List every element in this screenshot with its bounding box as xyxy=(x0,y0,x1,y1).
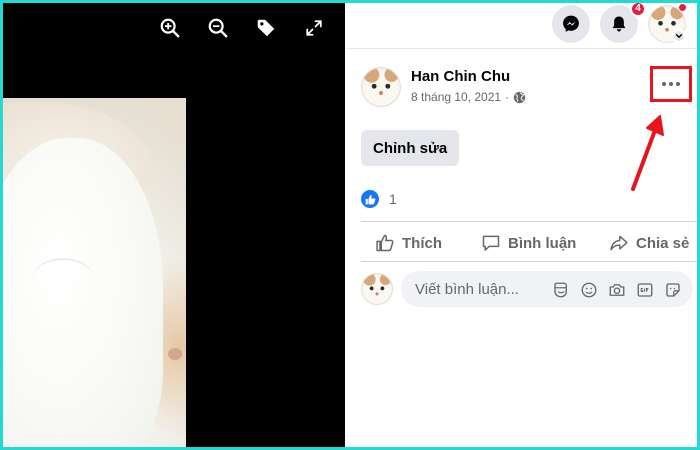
post-date[interactable]: 8 tháng 10, 2021 xyxy=(411,90,501,104)
top-bar: 4 xyxy=(345,3,697,49)
zoom-out-icon xyxy=(208,18,228,38)
avatar-sticker-icon xyxy=(554,282,567,298)
post-header: Han Chin Chu 8 tháng 10, 2021 · xyxy=(361,65,681,109)
like-count: 1 xyxy=(389,191,397,207)
comment-placeholder: Viết bình luận... xyxy=(415,281,519,298)
zoom-in-button[interactable] xyxy=(157,15,183,41)
sticker-button[interactable] xyxy=(663,280,683,300)
meta-separator: · xyxy=(505,90,510,104)
zoom-out-button[interactable] xyxy=(205,15,231,41)
fullscreen-icon xyxy=(306,20,322,36)
edit-button[interactable]: Chỉnh sửa xyxy=(361,130,460,166)
gif-button[interactable] xyxy=(635,280,655,300)
camera-icon xyxy=(609,284,625,296)
share-button[interactable]: Chia sẻ xyxy=(609,233,689,253)
messenger-button[interactable] xyxy=(552,5,590,43)
sticker-icon xyxy=(666,283,680,297)
photo-viewer xyxy=(3,3,345,447)
camera-button[interactable] xyxy=(607,280,627,300)
author-name[interactable]: Han Chin Chu xyxy=(411,68,510,85)
share-label: Chia sẻ xyxy=(636,234,690,252)
post-meta: 8 tháng 10, 2021 · xyxy=(411,90,526,104)
notifications-button[interactable]: 4 xyxy=(600,3,646,43)
gif-icon xyxy=(637,283,653,297)
chevron-down-icon xyxy=(675,33,683,39)
zoom-in-icon xyxy=(160,18,180,38)
photo-nose xyxy=(168,348,182,360)
globe-icon xyxy=(513,91,526,103)
viewer-toolbar xyxy=(3,15,345,43)
emoji-icon xyxy=(581,282,597,298)
author-avatar[interactable] xyxy=(361,67,401,107)
comment-composer: Viết bình luận... xyxy=(361,271,697,307)
account-alert-dot xyxy=(678,3,687,12)
comment-button[interactable]: Bình luận xyxy=(481,233,576,253)
divider xyxy=(361,261,697,262)
thumbs-up-icon xyxy=(376,234,394,252)
notification-badge: 4 xyxy=(630,3,646,17)
tag-icon xyxy=(257,19,275,37)
photo-eye xyxy=(33,258,93,298)
comment-tools xyxy=(551,280,683,300)
messenger-icon xyxy=(563,15,579,32)
like-reaction-icon xyxy=(361,190,379,208)
account-menu-chevron[interactable] xyxy=(672,29,686,43)
like-label: Thích xyxy=(402,234,442,252)
reaction-summary[interactable]: 1 xyxy=(361,190,397,208)
more-options-icon xyxy=(662,82,680,86)
avatar-sticker-button[interactable] xyxy=(551,280,571,300)
bell-icon xyxy=(612,16,626,32)
fullscreen-button[interactable] xyxy=(301,15,327,41)
divider xyxy=(361,221,697,222)
like-button[interactable]: Thích xyxy=(375,233,442,253)
more-options-button[interactable] xyxy=(650,66,692,102)
cat-photo xyxy=(3,98,186,447)
commenter-avatar xyxy=(361,273,393,305)
avatar xyxy=(361,273,393,305)
share-icon xyxy=(610,235,628,251)
comment-input[interactable]: Viết bình luận... xyxy=(401,271,693,307)
comment-icon xyxy=(482,235,500,251)
avatar xyxy=(361,67,401,107)
screenshot-frame: 4 Han Chin Chu 8 tháng 10, 2021 · Chỉnh … xyxy=(3,3,697,447)
post-panel: 4 Han Chin Chu 8 tháng 10, 2021 · Chỉnh … xyxy=(345,3,697,447)
emoji-button[interactable] xyxy=(579,280,599,300)
tag-button[interactable] xyxy=(253,15,279,41)
comment-label: Bình luận xyxy=(508,234,577,252)
post-actions: Thích Bình luận Chia sẻ xyxy=(361,225,697,259)
